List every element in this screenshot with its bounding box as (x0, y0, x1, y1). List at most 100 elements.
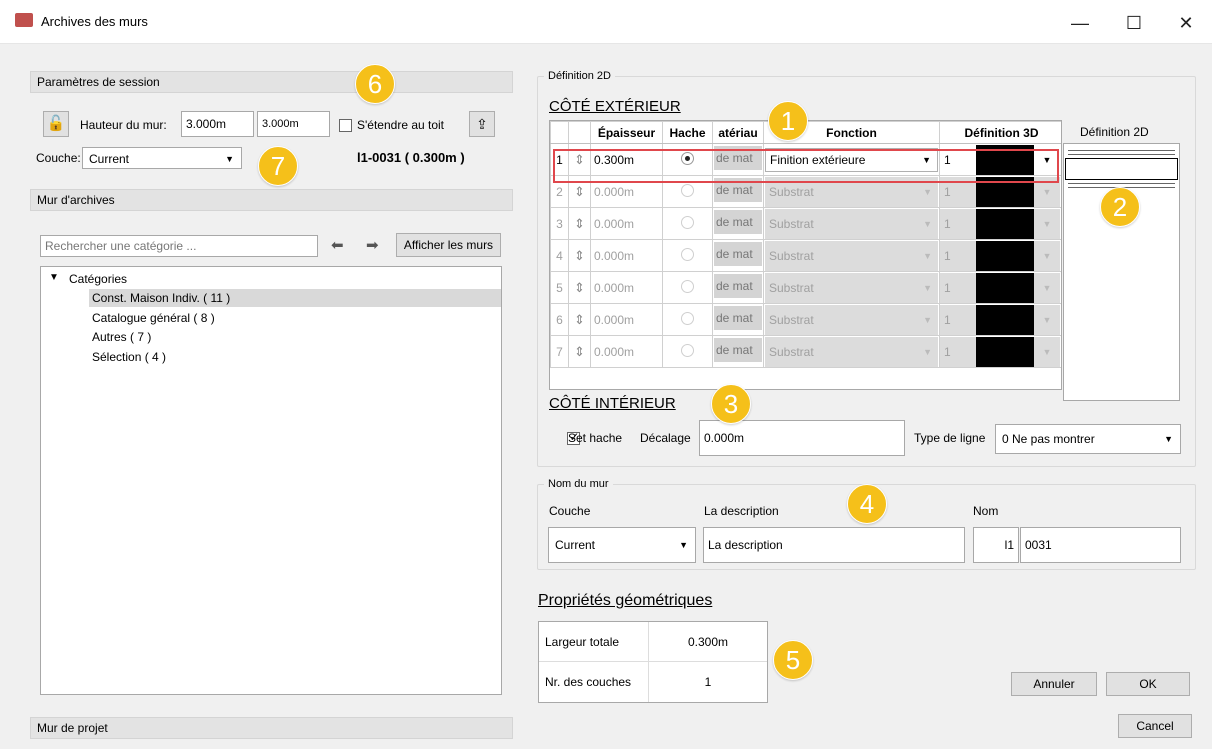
material-cell[interactable]: de mat (714, 274, 762, 298)
drag-handle-icon[interactable]: ⇕ (574, 344, 585, 359)
arrow-left-icon[interactable]: ⬅ (331, 236, 344, 254)
geometry-title: Propriétés géométriques (538, 592, 713, 609)
table-row[interactable]: 7 ⇕ 0.000m de mat Substrat ▼ 1 ▼ (550, 335, 1062, 368)
thickness-cell[interactable]: 0.000m (590, 239, 663, 272)
material-cell[interactable]: de mat (714, 306, 762, 330)
hatch-radio[interactable] (681, 183, 694, 197)
annuler-button[interactable]: Annuler (1011, 672, 1097, 696)
show-walls-button[interactable]: Afficher les murs (396, 233, 501, 257)
tree-item[interactable]: Autres ( 7 ) (92, 330, 151, 344)
row-index: 3 (550, 207, 569, 240)
thickness-cell[interactable]: 0.000m (590, 303, 663, 336)
set-hatch-label: Set hache (568, 431, 623, 445)
function-select[interactable]: Substrat ▼ (765, 336, 938, 367)
close-button[interactable]: ✕ (1163, 8, 1209, 38)
material-cell[interactable]: de mat (714, 338, 762, 362)
hatch-radio[interactable] (681, 279, 694, 293)
maximize-button[interactable]: ☐ (1111, 8, 1157, 38)
cancel-button[interactable]: Cancel (1118, 714, 1192, 738)
def3d-select[interactable]: 1 ▼ (940, 272, 1062, 303)
height-label: Hauteur du mur: (80, 118, 167, 132)
def3d-select[interactable]: 1 ▼ (940, 336, 1062, 367)
hatch-radio[interactable] (681, 247, 694, 261)
material-cell[interactable]: de mat (714, 242, 762, 266)
description-input[interactable]: La description (703, 527, 965, 563)
hatch-radio[interactable] (681, 311, 694, 325)
line-type-select[interactable]: 0 Ne pas montrer ▼ (995, 424, 1181, 454)
tree-item[interactable]: Catalogue général ( 8 ) (92, 311, 215, 325)
arrow-right-icon[interactable]: ➡ (366, 236, 379, 254)
material-cell[interactable]: de mat (714, 210, 762, 234)
table-row[interactable]: 5 ⇕ 0.000m de mat Substrat ▼ 1 ▼ (550, 271, 1062, 304)
annotation-badge: 7 (258, 146, 298, 186)
chevron-down-icon: ▼ (225, 154, 234, 164)
col-material[interactable]: atériau (712, 121, 764, 144)
function-select[interactable]: Substrat ▼ (765, 240, 938, 271)
table-row[interactable]: 4 ⇕ 0.000m de mat Substrat ▼ 1 ▼ (550, 239, 1062, 272)
offset-input[interactable]: 0.000m (699, 420, 905, 456)
exterior-side-title: CÔTÉ EXTÉRIEUR (549, 98, 681, 115)
height-input-1[interactable]: 3.000m (181, 111, 254, 137)
def3d-select[interactable]: 1 ▼ (940, 304, 1062, 335)
col-hatch[interactable]: Hache (662, 121, 713, 144)
line-type-label: Type de ligne (914, 431, 986, 445)
thickness-cell[interactable]: 0.000m (590, 335, 663, 368)
chevron-down-icon[interactable]: ▼ (49, 272, 59, 283)
minimize-button[interactable]: — (1057, 8, 1103, 38)
thickness-cell[interactable]: 0.000m (590, 271, 663, 304)
layers-count-value: 1 (704, 675, 712, 689)
total-width-label: Largeur totale (539, 622, 649, 662)
def3d-select[interactable]: 1 ▼ (940, 240, 1062, 271)
col-handle (568, 121, 591, 144)
color-swatch (976, 208, 1034, 239)
interior-side-title: CÔTÉ INTÉRIEUR (549, 395, 676, 412)
function-select[interactable]: Substrat ▼ (765, 272, 938, 303)
archive-header: Mur d'archives (30, 189, 513, 211)
drag-handle-icon[interactable]: ⇕ (574, 216, 585, 231)
drag-handle-icon[interactable]: ⇕ (574, 280, 585, 295)
extend-roof-checkbox[interactable] (339, 119, 352, 133)
hatch-radio[interactable] (681, 343, 694, 357)
ok-button[interactable]: OK (1106, 672, 1190, 696)
drag-handle-icon[interactable]: ⇕ (574, 312, 585, 327)
preview-layer (1065, 158, 1178, 180)
function-value: Substrat (769, 344, 814, 359)
table-row[interactable]: 6 ⇕ 0.000m de mat Substrat ▼ 1 ▼ (550, 303, 1062, 336)
app-icon (15, 13, 33, 27)
drag-handle-icon[interactable]: ⇕ (574, 248, 585, 263)
preview-title: Définition 2D (1080, 125, 1149, 139)
chevron-down-icon: ▼ (923, 314, 932, 325)
chevron-down-icon: ▼ (923, 346, 932, 357)
chevron-down-icon: ▼ (923, 186, 932, 197)
export-icon[interactable]: ⇪ (469, 111, 495, 137)
function-select[interactable]: Substrat ▼ (765, 304, 938, 335)
description-label: La description (704, 504, 779, 518)
chevron-down-icon: ▼ (923, 218, 932, 229)
layer-label: Couche: (36, 151, 81, 165)
layer-select[interactable]: Current ▼ (82, 147, 242, 169)
name-input[interactable]: 0031 (1020, 527, 1181, 563)
def3d-select[interactable]: 1 ▼ (940, 208, 1062, 239)
height-input-2[interactable]: 3.000m (257, 111, 330, 137)
name-layer-select[interactable]: Current ▼ (548, 527, 696, 563)
category-tree: ▼ Catégories Const. Maison Indiv. ( 11 )… (40, 266, 502, 695)
definition-2d-preview (1063, 143, 1180, 401)
tree-item[interactable]: Sélection ( 4 ) (92, 350, 166, 364)
extend-roof-label: S'étendre au toit (357, 118, 445, 132)
def3d-value: 1 (940, 240, 976, 271)
col-thickness[interactable]: Épaisseur (590, 121, 663, 144)
function-select[interactable]: Substrat ▼ (765, 208, 938, 239)
annotation-badge: 5 (773, 640, 813, 680)
col-index (550, 121, 569, 144)
color-swatch (976, 336, 1034, 367)
col-def3d[interactable]: Définition 3D (939, 121, 1061, 144)
tree-item[interactable]: Const. Maison Indiv. ( 11 ) (89, 289, 501, 307)
drag-handle-icon[interactable]: ⇕ (574, 184, 585, 199)
search-category-input[interactable]: Rechercher une catégorie ... (40, 235, 318, 257)
lock-icon[interactable]: 🔓 (43, 111, 69, 137)
hatch-radio[interactable] (681, 215, 694, 229)
table-row[interactable]: 3 ⇕ 0.000m de mat Substrat ▼ 1 ▼ (550, 207, 1062, 240)
tree-root[interactable]: Catégories (69, 272, 127, 286)
thickness-cell[interactable]: 0.000m (590, 207, 663, 240)
color-swatch (976, 240, 1034, 271)
